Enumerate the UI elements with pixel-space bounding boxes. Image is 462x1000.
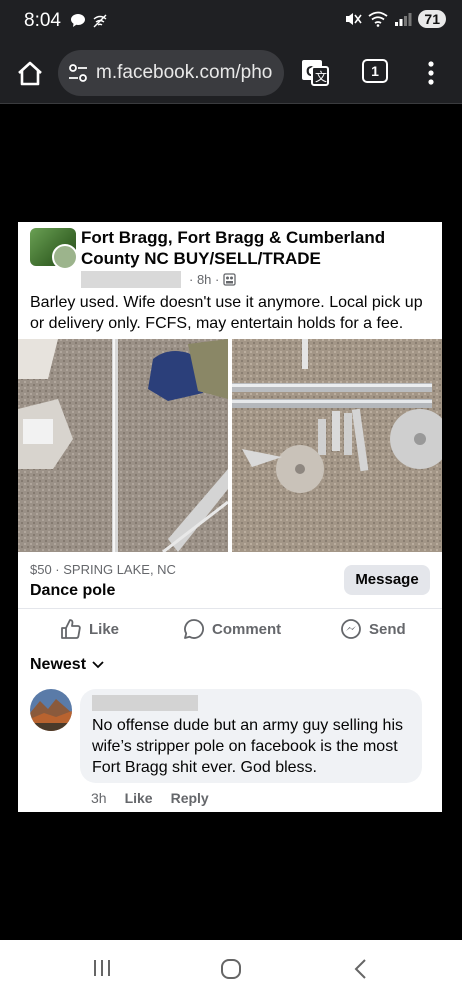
photo-grid xyxy=(18,339,442,552)
send-button[interactable]: Send xyxy=(340,618,406,640)
post-actions: Like Comment Send xyxy=(18,618,442,642)
home-icon xyxy=(18,61,42,86)
status-time: 8:04 xyxy=(24,10,61,31)
send-label: Send xyxy=(369,620,406,638)
translate-button[interactable]: G文 xyxy=(300,57,330,87)
home-nav-button[interactable] xyxy=(220,958,242,985)
listing-title: Dance pole xyxy=(30,582,116,599)
battery-indicator: 71 xyxy=(418,10,446,28)
wifi-off-icon xyxy=(93,14,107,27)
group-audience-icon xyxy=(223,272,236,286)
chat-bubble-icon xyxy=(71,14,85,27)
address-bar[interactable]: m.facebook.com/pho xyxy=(58,50,284,96)
status-left-icons xyxy=(70,13,108,28)
post-card: Fort Bragg, Fort Bragg & Cumberland Coun… xyxy=(18,222,442,812)
photo-1[interactable] xyxy=(18,339,228,552)
comment-button[interactable]: Comment xyxy=(183,618,281,640)
status-right-icons: 71 xyxy=(344,10,446,28)
redacted-commenter-name xyxy=(92,695,198,711)
wifi-icon xyxy=(368,11,388,27)
browser-toolbar: m.facebook.com/pho G文 1 xyxy=(0,44,462,104)
back-button[interactable] xyxy=(352,958,368,985)
comment-label: Comment xyxy=(212,620,282,638)
photo-2[interactable] xyxy=(232,339,442,552)
system-navigation-bar xyxy=(0,940,462,1000)
comment-like-button[interactable]: Like xyxy=(125,790,153,806)
photo-2-image xyxy=(232,339,442,552)
status-bar: 8:04 71 xyxy=(0,0,462,44)
translate-icon: G文 xyxy=(302,60,329,86)
more-menu-button[interactable] xyxy=(424,58,438,88)
message-seller-button[interactable]: Message xyxy=(344,565,430,595)
commenter-avatar[interactable] xyxy=(30,689,72,731)
comment-icon xyxy=(184,619,204,639)
post-body-text: Barley used. Wife doesn't use it anymore… xyxy=(30,294,423,332)
home-button[interactable] xyxy=(15,59,45,89)
post-meta: · 8h · xyxy=(81,270,236,288)
like-button[interactable]: Like xyxy=(60,618,119,640)
chevron-down-icon xyxy=(92,661,104,669)
svg-text:文: 文 xyxy=(315,69,327,84)
post-time[interactable]: · 8h · xyxy=(189,272,219,287)
comment-meta: 3h Like Reply xyxy=(91,790,209,806)
comment-time[interactable]: 3h xyxy=(91,790,107,806)
thumbs-up-icon xyxy=(61,619,81,639)
commenter-avatar-image xyxy=(30,689,72,731)
author-avatar[interactable] xyxy=(52,244,78,270)
group-name-link[interactable]: Fort Bragg, Fort Bragg & Cumberland Coun… xyxy=(81,227,436,269)
comment-text: No offense dude but an army guy selling … xyxy=(92,717,404,776)
tab-switcher-button[interactable]: 1 xyxy=(362,59,388,83)
back-chevron-icon xyxy=(354,959,366,979)
signal-icon xyxy=(395,13,412,26)
comment-sort-dropdown[interactable]: Newest xyxy=(30,656,104,674)
site-settings-icon[interactable] xyxy=(68,64,88,82)
kebab-menu-icon xyxy=(428,61,434,85)
listing-price-location: $50 · SPRING LAKE, NC xyxy=(30,562,176,577)
photo-1-image xyxy=(18,339,228,552)
url-text: m.facebook.com/pho xyxy=(96,62,273,83)
mute-icon xyxy=(346,13,363,25)
like-label: Like xyxy=(89,620,120,638)
comment-sort-label: Newest xyxy=(30,656,87,673)
recent-apps-button[interactable] xyxy=(92,958,112,983)
comment-reply-button[interactable]: Reply xyxy=(171,790,209,806)
comment-bubble[interactable]: No offense dude but an army guy selling … xyxy=(80,689,422,783)
redacted-author-name xyxy=(81,270,181,288)
home-circle-icon xyxy=(221,959,241,979)
recent-apps-icon xyxy=(94,960,110,976)
divider xyxy=(18,608,442,609)
messenger-icon xyxy=(341,619,361,639)
